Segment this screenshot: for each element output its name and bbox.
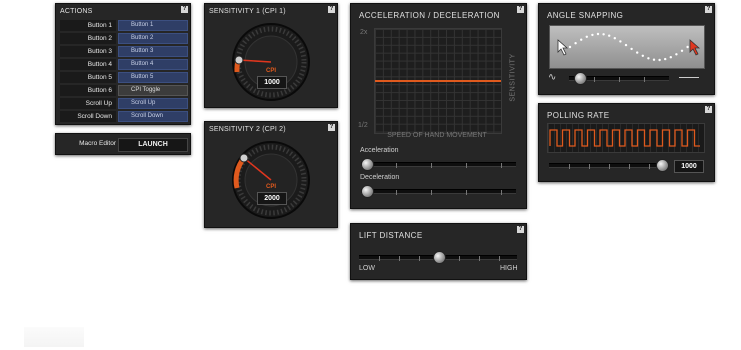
actions-help-icon[interactable]: ? <box>181 6 188 13</box>
action-assign-button[interactable]: Scroll Up <box>118 98 188 109</box>
polling-rate-knob[interactable] <box>656 159 669 172</box>
polling-square-wave <box>549 129 700 147</box>
action-assign-button[interactable]: Button 1 <box>118 20 188 31</box>
sensitivity2-value: 2000 <box>257 192 287 205</box>
action-row: Button 3 Button 3 <box>60 46 188 57</box>
polling-help-icon[interactable]: ? <box>705 106 712 113</box>
accel-title: ACCELERATION / DECELERATION <box>359 11 500 20</box>
polling-graph <box>547 123 705 153</box>
accel-y-label: SENSITIVITY <box>509 53 517 102</box>
sensitivity2-dial[interactable] <box>227 140 315 222</box>
sensitivity1-value: 1000 <box>257 76 287 89</box>
deceleration-slider[interactable] <box>361 185 516 198</box>
action-row-label: Button 4 <box>60 59 116 70</box>
angle-snapping-knob[interactable] <box>574 72 587 85</box>
sensitivity1-panel: SENSITIVITY 1 (CPI 1) ? CPI 1000 <box>204 3 338 108</box>
sensitivity1-unit: CPI <box>266 68 277 74</box>
lift-distance-slider[interactable] <box>359 251 517 264</box>
acceleration-slider-knob[interactable] <box>361 158 374 171</box>
sensitivity2-title: SENSITIVITY 2 (CPI 2) <box>209 126 286 133</box>
angle-snapping-slider[interactable] <box>569 72 669 85</box>
sensitivity2-unit: CPI <box>266 184 277 190</box>
action-row-label: Button 6 <box>60 85 116 96</box>
actions-panel: ACTIONS ? Button 1 Button 1 Button 2 Button… <box>55 3 191 125</box>
lift-help-icon[interactable]: ? <box>517 226 524 233</box>
polling-rate-value: 1000 <box>674 160 704 173</box>
action-assign-button[interactable]: Button 5 <box>118 72 188 83</box>
angle-panel: ANGLE SNAPPING ? ∿ <box>538 3 715 95</box>
action-row: Button 2 Button 2 <box>60 33 188 44</box>
polling-rate-slider[interactable] <box>549 159 669 172</box>
sensitivity1-dial[interactable] <box>227 22 315 104</box>
sensitivity1-title: SENSITIVITY 1 (CPI 1) <box>209 8 286 15</box>
action-row-label: Button 3 <box>60 46 116 57</box>
polling-title: POLLING RATE <box>547 111 610 120</box>
action-row: Scroll Down Scroll Down <box>60 111 188 122</box>
acceleration-slider[interactable] <box>361 158 516 171</box>
action-row-label: Button 1 <box>60 20 116 31</box>
accel-graph[interactable] <box>374 28 502 134</box>
angle-title: ANGLE SNAPPING <box>547 11 624 20</box>
macro-panel: Macro Editor LAUNCH <box>55 133 191 155</box>
action-row-label: Button 5 <box>60 72 116 83</box>
action-row-label: Button 2 <box>60 33 116 44</box>
action-row: Button 4 Button 4 <box>60 59 188 70</box>
deceleration-slider-knob[interactable] <box>361 185 374 198</box>
actions-title: ACTIONS <box>60 8 93 15</box>
faint-shadow <box>24 327 84 347</box>
lift-low-label: LOW <box>359 265 375 272</box>
sensitivity2-help-icon[interactable]: ? <box>328 124 335 131</box>
lift-title: LIFT DISTANCE <box>359 231 423 240</box>
action-row-label: Scroll Down <box>60 111 116 122</box>
lift-distance-knob[interactable] <box>433 251 446 264</box>
action-row: Button 1 Button 1 <box>60 20 188 31</box>
action-row: Button 6 CPI Toggle <box>60 85 188 96</box>
accel-y-bottom: 1/2 <box>358 122 368 129</box>
action-assign-button[interactable]: Button 4 <box>118 59 188 70</box>
accel-help-icon[interactable]: ? <box>517 6 524 13</box>
sensitivity1-help-icon[interactable]: ? <box>328 6 335 13</box>
accel-y-top: 2x <box>360 29 368 36</box>
angle-preview <box>549 25 705 69</box>
polling-panel: POLLING RATE ? 1000 <box>538 103 715 182</box>
accel-curve <box>375 80 501 82</box>
action-row: Button 5 Button 5 <box>60 72 188 83</box>
deceleration-label: Deceleration <box>360 174 400 181</box>
action-row-label: Scroll Up <box>60 98 116 109</box>
action-assign-button[interactable]: Button 2 <box>118 33 188 44</box>
action-assign-button[interactable]: Scroll Down <box>118 111 188 122</box>
action-assign-button[interactable]: Button 3 <box>118 46 188 57</box>
action-row: Scroll Up Scroll Up <box>60 98 188 109</box>
accel-panel: ACCELERATION / DECELERATION ? 2x 1/2 SEN… <box>350 3 527 209</box>
angle-help-icon[interactable]: ? <box>705 6 712 13</box>
straight-line-icon <box>679 77 699 78</box>
action-assign-button[interactable]: CPI Toggle <box>118 85 188 96</box>
angle-preview-graphic <box>557 32 701 62</box>
wave-icon: ∿ <box>548 72 557 83</box>
accel-x-label: SPEED OF HAND MOVEMENT <box>387 132 487 139</box>
lift-panel: LIFT DISTANCE ? LOW HIGH <box>350 223 527 280</box>
sensitivity2-panel: SENSITIVITY 2 (CPI 2) ? CPI 2000 <box>204 121 338 228</box>
lift-high-label: HIGH <box>500 265 518 272</box>
macro-editor-label: Macro Editor <box>79 140 116 147</box>
acceleration-label: Acceleration <box>360 147 399 154</box>
launch-button[interactable]: LAUNCH <box>118 138 188 152</box>
